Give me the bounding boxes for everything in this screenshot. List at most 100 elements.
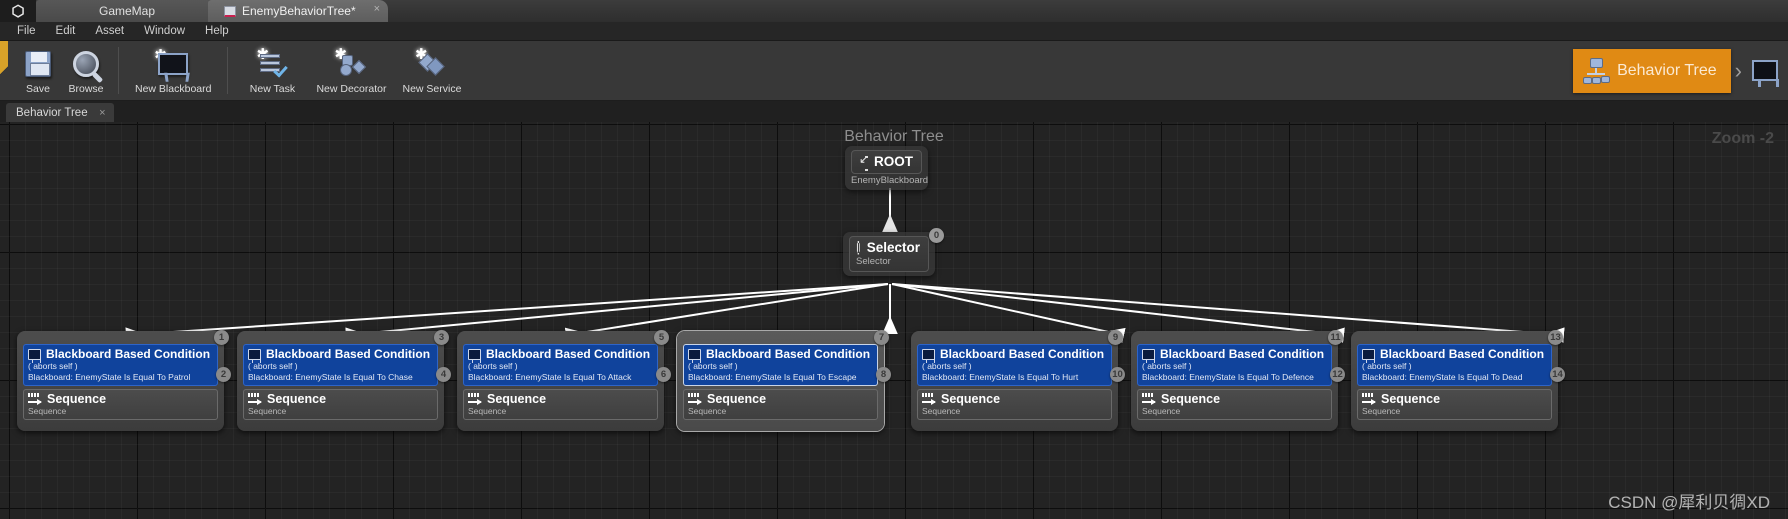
decorator-detail-label: Blackboard: EnemyState Is Equal To Attac…: [468, 371, 632, 382]
tab-enemybehaviortree[interactable]: EnemyBehaviorTree* ×: [208, 0, 388, 22]
menu-item-file[interactable]: File: [8, 23, 45, 39]
blackboard-icon: [1362, 348, 1375, 363]
decorator-aborts-label: ( aborts self ): [922, 361, 972, 371]
decorator-blackboard-condition[interactable]: Blackboard Based Condition ( aborts self…: [1137, 344, 1332, 387]
task-sequence[interactable]: Sequence Sequence: [683, 389, 878, 421]
new-service-icon: [418, 52, 445, 76]
task-title: Sequence: [487, 392, 547, 407]
behavior-tree-graph-canvas[interactable]: Behavior Tree Zoom -2 ROOT Ene: [0, 122, 1788, 519]
node-child-chase-pin-side[interactable]: 4: [436, 367, 451, 382]
behavior-tree-icon: [1583, 57, 1611, 84]
close-icon[interactable]: ×: [99, 107, 105, 119]
node-child-hurt-pin-top[interactable]: 9: [1108, 330, 1123, 345]
task-sequence[interactable]: Sequence Sequence: [917, 389, 1112, 421]
tab-gamemap[interactable]: GameMap: [36, 0, 216, 22]
node-child-defence[interactable]: 11 12 Blackboard Based Condition ( abort…: [1131, 330, 1345, 432]
save-button[interactable]: Save: [14, 42, 62, 100]
panel-tab-behavior-tree[interactable]: Behavior Tree ×: [6, 103, 114, 122]
new-blackboard-button-label: New Blackboard: [135, 82, 212, 95]
decorator-title-row: Blackboard Based Condition: [1142, 347, 1327, 363]
decorator-detail-label: Blackboard: EnemyState Is Equal To Escap…: [688, 371, 857, 382]
task-subtitle: Sequence: [468, 406, 507, 417]
menu-item-edit[interactable]: Edit: [47, 23, 85, 39]
node-child-escape[interactable]: 7 8 Blackboard Based Condition ( aborts …: [677, 330, 891, 432]
task-sequence[interactable]: Sequence Sequence: [1137, 389, 1332, 421]
save-button-label: Save: [26, 82, 50, 95]
decorator-detail-label: Blackboard: EnemyState Is Equal To Defen…: [1142, 371, 1314, 382]
menu-item-asset[interactable]: Asset: [86, 23, 133, 39]
task-title-row: Sequence: [248, 392, 433, 406]
task-sequence[interactable]: Sequence Sequence: [1357, 389, 1552, 421]
decorator-blackboard-condition[interactable]: Blackboard Based Condition ( aborts self…: [917, 344, 1112, 387]
sequence-icon: [248, 393, 262, 405]
root-icon: [858, 152, 869, 168]
decorator-blackboard-condition[interactable]: Blackboard Based Condition ( aborts self…: [243, 344, 438, 387]
tab-gamemap-label: GameMap: [98, 4, 156, 18]
decorator-blackboard-condition[interactable]: Blackboard Based Condition ( aborts self…: [463, 344, 658, 387]
node-child-dead[interactable]: 13 14 Blackboard Based Condition ( abort…: [1351, 330, 1565, 432]
task-title: Sequence: [47, 392, 107, 407]
node-child-escape-pin-side[interactable]: 8: [876, 367, 891, 382]
node-child-attack-pin-top[interactable]: 5: [654, 330, 669, 345]
decorator-detail-label: Blackboard: EnemyState Is Equal To Dead: [1362, 371, 1523, 382]
node-child-defence-pin-side[interactable]: 12: [1330, 367, 1345, 382]
node-child-defence-pin-top[interactable]: 11: [1328, 330, 1343, 345]
new-decorator-button-label: New Decorator: [316, 82, 387, 95]
node-child-dead-pin-side[interactable]: 14: [1550, 367, 1565, 382]
watermark: CSDN @犀利贝徟XD: [1608, 493, 1770, 512]
mode-behavior-tree-label: Behavior Tree: [1617, 61, 1717, 79]
node-child-escape-pin-top[interactable]: 7: [874, 330, 889, 345]
menu-item-window[interactable]: Window: [135, 23, 194, 39]
node-child-hurt-pin-side[interactable]: 10: [1110, 367, 1125, 382]
node-child-chase-pin-top[interactable]: 3: [434, 330, 449, 345]
node-child-patrol-pin-top[interactable]: 1: [214, 330, 229, 345]
browse-button[interactable]: Browse: [62, 42, 110, 100]
decorator-blackboard-condition[interactable]: Blackboard Based Condition ( aborts self…: [1357, 344, 1552, 387]
new-task-button[interactable]: ✱ New Task: [236, 42, 308, 100]
task-sequence[interactable]: Sequence Sequence: [23, 389, 218, 421]
task-subtitle: Sequence: [1362, 406, 1401, 417]
decorator-blackboard-condition[interactable]: Blackboard Based Condition ( aborts self…: [683, 344, 878, 387]
node-selector-subtitle: Selector: [856, 256, 891, 267]
new-blackboard-icon: [158, 52, 189, 75]
node-child-attack[interactable]: 5 6 Blackboard Based Condition ( aborts …: [457, 330, 671, 432]
main-toolbar: Save Browse ✱ New Blackboard ✱ New Task …: [0, 41, 1788, 101]
task-title: Sequence: [267, 392, 327, 407]
task-title-row: Sequence: [688, 392, 873, 406]
decorator-blackboard-condition[interactable]: Blackboard Based Condition ( aborts self…: [23, 344, 218, 387]
node-child-hurt-shell: 9 10 Blackboard Based Condition ( aborts…: [911, 330, 1125, 432]
task-subtitle: Sequence: [28, 406, 67, 417]
tab-enemybehaviortree-label: EnemyBehaviorTree*: [242, 4, 356, 18]
task-sequence[interactable]: Sequence Sequence: [243, 389, 438, 421]
decorator-title-row: Blackboard Based Condition: [248, 347, 433, 363]
node-selector[interactable]: 0 Selector Selector: [843, 228, 944, 276]
decorator-aborts-label: ( aborts self ): [1362, 361, 1412, 371]
node-selector-body: Selector Selector: [849, 236, 929, 272]
menu-bar: File Edit Asset Window Help: [0, 22, 1788, 41]
new-service-button-label: New Service: [402, 82, 462, 95]
node-child-dead-pin-top[interactable]: 13: [1548, 330, 1563, 345]
mode-blackboard-button[interactable]: [1746, 60, 1784, 87]
menu-item-help[interactable]: Help: [196, 23, 238, 39]
toolbar-separator-2: [227, 47, 229, 94]
node-child-patrol-pin-side[interactable]: 2: [216, 367, 231, 382]
save-icon: [25, 50, 51, 77]
close-icon[interactable]: ×: [374, 4, 380, 15]
node-child-patrol[interactable]: 1 2 Blackboard Based Condition ( aborts …: [17, 330, 231, 432]
task-sequence[interactable]: Sequence Sequence: [463, 389, 658, 421]
decorator-title: Blackboard Based Condition: [1380, 347, 1545, 361]
node-child-hurt[interactable]: 9 10 Blackboard Based Condition ( aborts…: [911, 330, 1125, 432]
node-root-title: ROOT: [874, 154, 913, 169]
new-decorator-button[interactable]: ✱ New Decorator: [308, 42, 394, 100]
sequence-icon: [688, 393, 702, 405]
mode-behavior-tree-button[interactable]: Behavior Tree: [1573, 48, 1731, 93]
new-service-button[interactable]: ✱ New Service: [394, 42, 469, 100]
new-blackboard-button[interactable]: ✱ New Blackboard: [127, 42, 219, 100]
node-child-attack-pin-side[interactable]: 6: [656, 367, 671, 382]
sequence-icon: [468, 393, 482, 405]
node-selector-pin-index[interactable]: 0: [929, 228, 944, 243]
node-root[interactable]: ROOT EnemyBlackboard: [845, 146, 928, 190]
node-child-chase[interactable]: 3 4 Blackboard Based Condition ( aborts …: [237, 330, 451, 432]
sequence-icon: [922, 393, 936, 405]
decorator-aborts-label: ( aborts self ): [28, 361, 78, 371]
